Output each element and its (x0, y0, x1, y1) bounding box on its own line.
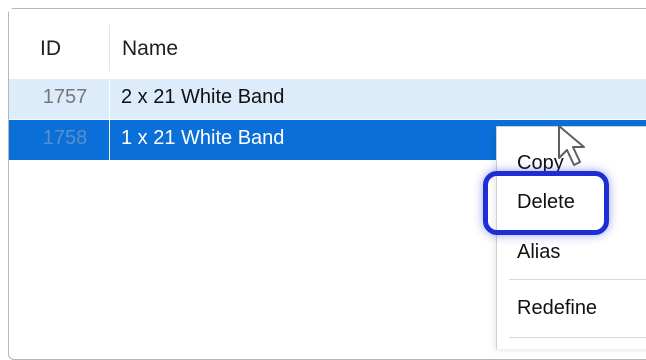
menu-separator (509, 279, 646, 280)
menu-item-copy[interactable]: Copy (517, 152, 564, 175)
cell-name: 1 x 21 White Band (121, 127, 285, 149)
column-header-id[interactable]: ID (40, 37, 61, 61)
menu-item-redefine[interactable]: Redefine (517, 297, 597, 320)
cell-name: 2 x 21 White Band (121, 86, 285, 108)
cell-id: 1758 (42, 127, 88, 149)
table-row[interactable]: 1757 2 x 21 White Band (9, 79, 646, 119)
menu-item-alias[interactable]: Alias (517, 241, 560, 264)
context-menu: Copy Delete Alias Redefine (496, 126, 646, 349)
column-header-name[interactable]: Name (122, 37, 178, 61)
cell-id: 1757 (42, 86, 88, 108)
table-header: ID Name (9, 9, 646, 71)
row-divider (109, 120, 110, 160)
column-divider[interactable] (109, 25, 110, 71)
menu-item-delete[interactable]: Delete (517, 191, 575, 214)
row-divider (109, 79, 110, 119)
menu-separator (509, 337, 646, 338)
